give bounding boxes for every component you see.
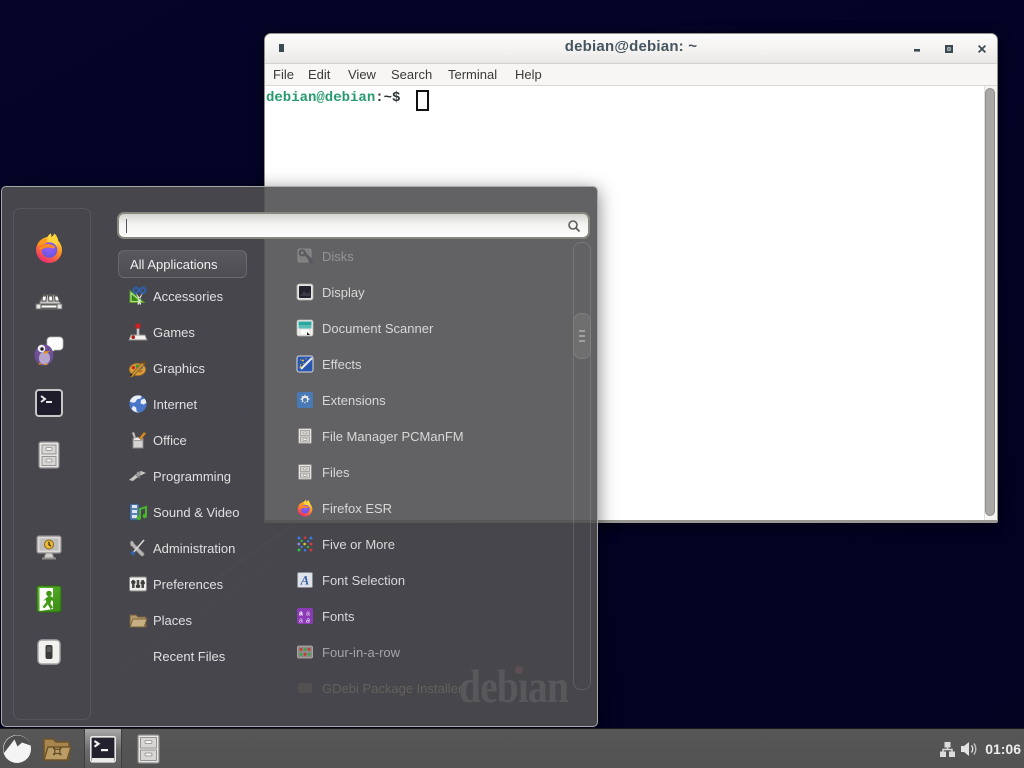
svg-text:a: a — [299, 610, 303, 617]
svg-text:A: A — [300, 572, 310, 587]
svg-text:a: a — [306, 610, 310, 617]
svg-text:a: a — [299, 617, 303, 624]
svg-text:a: a — [306, 617, 310, 624]
